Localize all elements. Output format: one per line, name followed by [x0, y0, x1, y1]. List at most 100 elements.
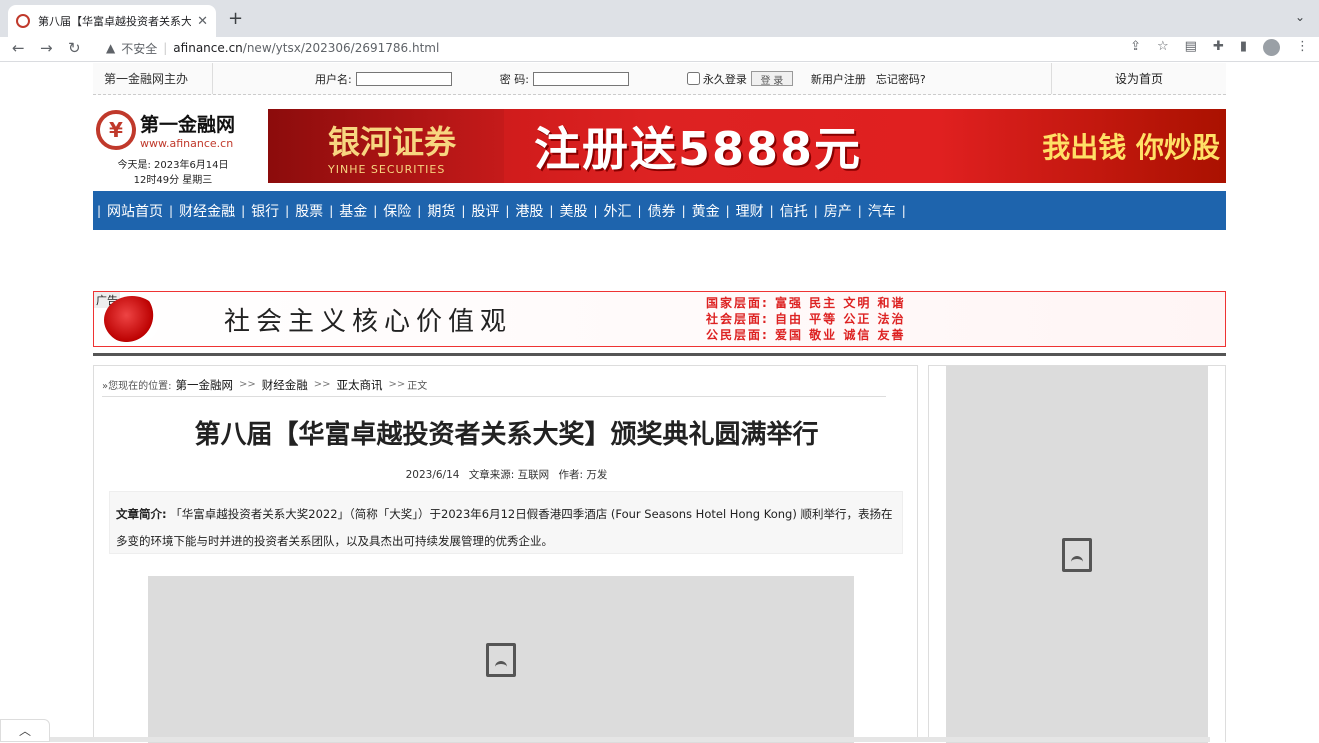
ad-values-line: 国家层面: 富强 民主 文明 和谐: [706, 296, 906, 310]
breadcrumb-finance[interactable]: 财经金融: [262, 377, 308, 393]
tab-search-icon[interactable]: ⌄: [1295, 10, 1305, 24]
breadcrumb-sep: >>: [239, 379, 256, 390]
login-button[interactable]: 登 录: [750, 71, 793, 87]
breadcrumb: »您现在的位置: 第一金融网 >> 财经金融 >> 亚太商讯 >> 正文: [102, 373, 886, 397]
bookmark-star-icon[interactable]: ☆: [1157, 39, 1169, 56]
close-tab-icon[interactable]: ✕: [197, 14, 208, 29]
sidebar: [928, 365, 1226, 743]
nav-item[interactable]: 汽车: [862, 201, 902, 221]
nav-item[interactable]: 股评: [465, 201, 505, 221]
remember-label: 永久登录: [702, 72, 747, 86]
banner-brand: 银河证券 YINHE SECURITIES: [268, 109, 504, 183]
section-divider: [93, 353, 1226, 356]
ad-core-values: 社会主义核心价值观: [224, 307, 513, 337]
main-nav: | 网站首页 | 财经金融 | 银行 | 股票 | 基金 | 保险 | 期货 | 股评 | 港股 | 美股 | 外汇 | 债券…: [93, 191, 1226, 230]
profile-avatar-icon[interactable]: [1263, 39, 1280, 56]
ad-banner[interactable]: 广告 社会主义核心价值观 国家层面: 富强 民主 文明 和谐 社会层面: 自由 …: [93, 291, 1226, 347]
sidebar-image: [946, 366, 1208, 743]
article-panel: »您现在的位置: 第一金融网 >> 财经金融 >> 亚太商讯 >> 正文 第八届…: [93, 365, 919, 743]
breadcrumb-prefix: »您现在的位置:: [102, 381, 172, 392]
username-input[interactable]: [355, 71, 452, 86]
remember-login[interactable]: 永久登录: [686, 71, 747, 87]
site-favicon-icon: [16, 14, 30, 28]
logo-emblem-icon: ¥: [96, 110, 136, 150]
password-input[interactable]: [532, 71, 629, 86]
login-bar: 第一金融网主办 用户名: 密 码: 永久登录 登 录 新用户注册 忘记密码? 设…: [93, 63, 1226, 95]
url-host: afinance.cn: [173, 41, 243, 55]
article-meta: 2023/6/14 文章来源: 互联网 作者: 万发: [94, 467, 919, 482]
article-source: 文章来源: 互联网: [468, 469, 550, 481]
banner-slogan: 我出钱 你炒股: [1042, 131, 1220, 164]
nav-item[interactable]: 美股: [553, 201, 593, 221]
date-line-2: 12时49分 星期三: [133, 175, 213, 186]
browser-tab[interactable]: 第八届【华富卓越投资者关系大奖】 ✕: [8, 5, 216, 37]
nav-item[interactable]: 债券: [642, 201, 682, 221]
ad-values-line: 公民层面: 爱国 敬业 诚信 友善: [706, 328, 906, 342]
reader-icon[interactable]: ▤: [1185, 39, 1197, 56]
nav-item[interactable]: 理财: [730, 201, 770, 221]
banner-ad[interactable]: 银河证券 YINHE SECURITIES 注册送5888元 我出钱 你炒股: [268, 109, 1226, 183]
forgot-password-link[interactable]: 忘记密码?: [876, 71, 926, 87]
ad-values-line: 社会层面: 自由 平等 公正 法治: [706, 312, 906, 326]
breadcrumb-current: 正文: [407, 381, 428, 392]
site-logo[interactable]: ¥ 第一金融网 www.afinance.cn: [96, 110, 235, 150]
address-bar[interactable]: ▲ 不安全 | afinance.cn /new/ytsx/202306/269…: [96, 37, 1168, 59]
new-tab-icon[interactable]: +: [228, 8, 243, 29]
article-date: 2023/6/14: [405, 469, 460, 481]
breadcrumb-home[interactable]: 第一金融网: [176, 377, 234, 393]
nav-item[interactable]: 财经金融: [173, 201, 241, 221]
scroll-up-button[interactable]: ︿: [0, 719, 50, 742]
share-icon[interactable]: ⇪: [1130, 39, 1141, 56]
warning-icon[interactable]: ▲: [106, 41, 115, 55]
nav-item[interactable]: 基金: [333, 201, 373, 221]
broken-image-icon: [486, 642, 516, 677]
nav-item[interactable]: 期货: [421, 201, 461, 221]
banner-brand-cn: 银河证券: [328, 122, 457, 161]
article-image: [148, 576, 854, 743]
breadcrumb-sep: >>: [388, 379, 406, 390]
nav-item[interactable]: 黄金: [686, 201, 726, 221]
logo-name: 第一金融网: [140, 114, 236, 136]
summary-label: 文章简介:: [116, 507, 167, 521]
set-homepage-link[interactable]: 设为首页: [1051, 63, 1226, 94]
nav-item[interactable]: 网站首页: [101, 201, 169, 221]
broken-image-icon: [1062, 537, 1092, 572]
site-header: ¥ 第一金融网 www.afinance.cn 今天是: 2023年6月14日 …: [93, 96, 1226, 192]
browser-tab-bar: 第八届【华富卓越投资者关系大奖】 ✕ + ⌄: [0, 0, 1319, 37]
nav-item[interactable]: 房产: [818, 201, 858, 221]
url-path: /new/ytsx/202306/2691786.html: [242, 41, 440, 55]
nav-separator: |: [901, 203, 906, 218]
back-icon[interactable]: ←: [12, 39, 25, 57]
password-label: 密 码:: [499, 72, 529, 86]
current-date: 今天是: 2023年6月14日 12时49分 星期三: [113, 158, 233, 188]
nav-item[interactable]: 股票: [289, 201, 329, 221]
ad-values-list: 国家层面: 富强 民主 文明 和谐 社会层面: 自由 平等 公正 法治 公民层面…: [706, 295, 906, 343]
horizontal-scrollbar[interactable]: [50, 737, 1210, 742]
security-label[interactable]: 不安全: [121, 40, 157, 57]
remember-checkbox[interactable]: [686, 72, 700, 85]
breadcrumb-apac[interactable]: 亚太商讯: [337, 377, 383, 393]
forward-icon[interactable]: →: [40, 39, 53, 57]
nav-item[interactable]: 保险: [377, 201, 417, 221]
register-link[interactable]: 新用户注册: [811, 71, 866, 87]
web-page: 第一金融网主办 用户名: 密 码: 永久登录 登 录 新用户注册 忘记密码? 设…: [0, 63, 1319, 743]
toolbar-icons: ⇪ ☆ ▤ ✚ ▮ ⋮: [1130, 39, 1309, 56]
banner-brand-en: YINHE SECURITIES: [328, 162, 446, 176]
username-label: 用户名:: [315, 72, 352, 86]
article-title: 第八届【华富卓越投资者关系大奖】颁奖典礼圆满举行: [194, 420, 819, 450]
extensions-icon[interactable]: ✚: [1213, 39, 1224, 56]
article-author: 作者: 万发: [558, 469, 608, 481]
nav-item[interactable]: 银行: [245, 201, 285, 221]
logo-domain: www.afinance.cn: [140, 137, 234, 150]
reload-icon[interactable]: ↻: [68, 39, 81, 57]
chevron-up-icon: ︿: [18, 724, 31, 738]
host-label: 第一金融网主办: [93, 63, 213, 94]
side-panel-icon[interactable]: ▮: [1240, 39, 1247, 56]
nav-item[interactable]: 外汇: [598, 201, 638, 221]
browser-toolbar: ← → ↻ ▲ 不安全 | afinance.cn /new/ytsx/2023…: [0, 37, 1319, 62]
nav-item[interactable]: 信托: [774, 201, 814, 221]
menu-kebab-icon[interactable]: ⋮: [1296, 39, 1309, 56]
nav-item[interactable]: 港股: [509, 201, 549, 221]
article-summary: 文章简介: 「华富卓越投资者关系大奖2022」（简称「大奖」）于2023年6月1…: [109, 491, 903, 554]
breadcrumb-sep: >>: [313, 379, 331, 390]
